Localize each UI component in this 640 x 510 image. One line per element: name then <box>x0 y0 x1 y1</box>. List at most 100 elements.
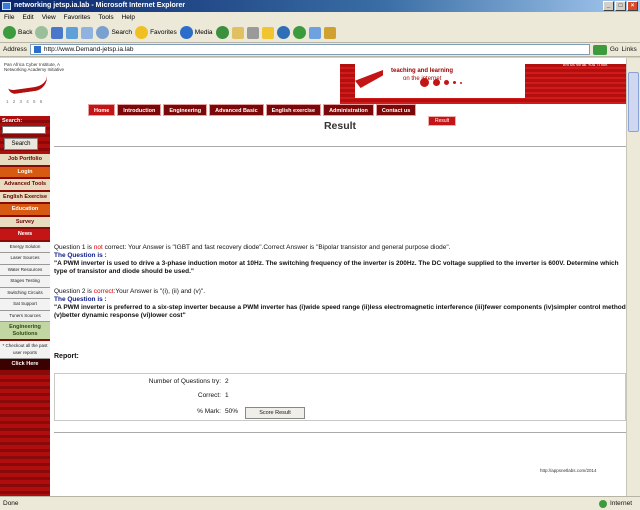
forward-arrow-icon[interactable] <box>35 26 49 39</box>
favorites-button[interactable]: Favorites <box>135 26 177 39</box>
address-url: http://www.Demand-jetsp.ia.lab <box>43 46 134 53</box>
report-box: Number of Questions try: 2 Correct: 1 % … <box>54 373 626 421</box>
vertical-scrollbar[interactable] <box>626 58 640 496</box>
questions-value: 2 <box>225 378 229 385</box>
nav-english-exercise[interactable]: English exercise <box>265 104 322 116</box>
sidebar-item-12[interactable]: Switching Circuits <box>0 287 50 299</box>
sidebar-item-5[interactable]: Education <box>0 204 50 217</box>
search-input[interactable] <box>2 126 46 134</box>
menu-edit[interactable]: Edit <box>22 12 33 23</box>
search-button[interactable]: Search <box>96 26 132 39</box>
sidebar-item-15[interactable]: Engineering Solutions <box>0 322 50 341</box>
research-icon[interactable] <box>308 26 321 39</box>
media-button[interactable]: Media <box>179 26 213 39</box>
question-2-status: Question 2 is correct:Your Answer is "(i… <box>54 288 206 295</box>
question-1-result: Question 1 is not correct: Your Answer i… <box>54 244 626 276</box>
web-page: Pan Africa Cyber Institute, A Networking… <box>0 58 626 496</box>
globe-icon <box>598 499 607 508</box>
sidebar-item-7[interactable]: News <box>0 229 50 242</box>
menu-view[interactable]: View <box>42 12 56 23</box>
site-header: Pan Africa Cyber Institute, A Networking… <box>0 58 626 116</box>
history-icon[interactable] <box>215 26 229 39</box>
page-title: Result <box>323 120 357 132</box>
sidebar-item-8[interactable]: Energy Soluton <box>0 241 50 253</box>
security-zone: Internet <box>598 499 632 508</box>
go-arrow-icon[interactable] <box>592 44 607 55</box>
search-button[interactable]: Search <box>4 138 38 150</box>
maximize-button[interactable]: □ <box>615 1 626 11</box>
institute-logo[interactable]: Pan Africa Cyber Institute, A Networking… <box>4 62 74 108</box>
window-title: networking jetsp.ia.lab - Microsoft Inte… <box>14 2 186 9</box>
feedback-link[interactable]: Tell us What You Think <box>562 62 607 67</box>
menu-file[interactable]: File <box>4 12 14 23</box>
menu-help[interactable]: Help <box>122 12 135 23</box>
decorative-dots <box>420 78 462 87</box>
sidebar-item-6[interactable]: Survey <box>0 216 50 229</box>
question-1-status: Question 1 is not correct: Your Answer i… <box>54 244 451 251</box>
sidebar-item-16[interactable]: * Checkout all the past user reports <box>0 341 50 359</box>
scrollbar-thumb[interactable] <box>628 72 639 132</box>
sidebar-item-9[interactable]: Laser Sources <box>0 253 50 265</box>
tools-icon[interactable] <box>323 26 336 39</box>
search-label: Search: <box>2 118 23 124</box>
star-icon <box>135 26 149 39</box>
status-correct: correct <box>93 288 114 295</box>
minimize-button[interactable]: _ <box>603 1 614 11</box>
mark-label: % Mark: <box>197 408 221 415</box>
search-icon <box>96 26 110 39</box>
menu-favorites[interactable]: Favorites <box>64 12 91 23</box>
main-nav: Home Introduction Engineering Advanced B… <box>88 104 417 116</box>
nav-advanced-basic[interactable]: Advanced Basic <box>209 104 264 116</box>
stop-icon[interactable] <box>51 26 64 39</box>
left-sidebar: Search: Search Job Portfolio Login Advance… <box>0 116 50 496</box>
back-button[interactable]: Back <box>3 26 32 39</box>
status-bar: Done Internet <box>0 496 640 510</box>
score-result-button[interactable]: Score Result <box>245 407 305 419</box>
status-text: Done <box>3 500 19 507</box>
sidebar-menu: Job Portfolio Login Advanced Tools English … <box>0 154 50 372</box>
address-input[interactable]: http://www.Demand-jetsp.ia.lab <box>29 44 590 55</box>
go-label[interactable]: Go <box>610 46 619 53</box>
window-titlebar: networking jetsp.ia.lab - Microsoft Inte… <box>0 0 640 12</box>
print-icon[interactable] <box>246 26 259 39</box>
sidebar-item-14[interactable]: Tuners Sources <box>0 310 50 322</box>
question-2-label: The Question is : <box>54 296 107 303</box>
footer-note[interactable]: http://appsnetlabs.com/2014 <box>540 468 597 473</box>
sidebar-item-10[interactable]: Water Resources <box>0 264 50 276</box>
logo-text: Pan Africa Cyber Institute, A Networking… <box>4 62 65 72</box>
sidebar-item-1[interactable]: Job Portfolio <box>0 154 50 167</box>
divider <box>54 146 626 147</box>
question-1-label: The Question is : <box>54 252 107 259</box>
correct-label: Correct: <box>197 392 221 399</box>
home-icon[interactable] <box>81 26 94 39</box>
brand-line-1: teaching and learning <box>391 68 454 74</box>
discuss-icon[interactable] <box>292 26 306 39</box>
menu-tools[interactable]: Tools <box>98 12 113 23</box>
messenger-icon[interactable] <box>276 26 290 39</box>
sidebar-item-2[interactable]: Login <box>0 166 50 179</box>
address-bar: Address http://www.Demand-jetsp.ia.lab G… <box>0 43 640 57</box>
address-label: Address <box>3 46 27 53</box>
refresh-icon[interactable] <box>66 26 79 39</box>
main-content: Result Question 1 is not correct: Your A… <box>54 116 626 496</box>
links-label[interactable]: Links <box>622 46 637 53</box>
nav-contact-us[interactable]: Contact us <box>375 104 417 116</box>
sidebar-item-3[interactable]: Advanced Tools <box>0 179 50 192</box>
brand-mark-icon <box>355 70 383 88</box>
nav-introduction[interactable]: Introduction <box>117 104 162 116</box>
window-controls: _ □ × <box>603 1 638 11</box>
nav-engineering[interactable]: Engineering <box>163 104 208 116</box>
folder-icon[interactable] <box>261 26 274 39</box>
mark-value: 50% <box>225 408 239 415</box>
nav-administration[interactable]: Administration <box>323 104 374 116</box>
sidebar-item-13[interactable]: Sat Support <box>0 299 50 311</box>
sidebar-item-4[interactable]: English Exercise <box>0 191 50 204</box>
mail-icon[interactable] <box>231 26 244 39</box>
sidebar-item-17[interactable]: Click Here <box>0 359 50 372</box>
nav-home[interactable]: Home <box>88 104 116 116</box>
sidebar-item-11[interactable]: Stages Testing <box>0 276 50 288</box>
report-label: Report: <box>54 353 79 360</box>
logo-swoosh-icon <box>7 75 49 95</box>
questions-label: Number of Questions try: <box>148 378 221 385</box>
close-button[interactable]: × <box>627 1 638 11</box>
